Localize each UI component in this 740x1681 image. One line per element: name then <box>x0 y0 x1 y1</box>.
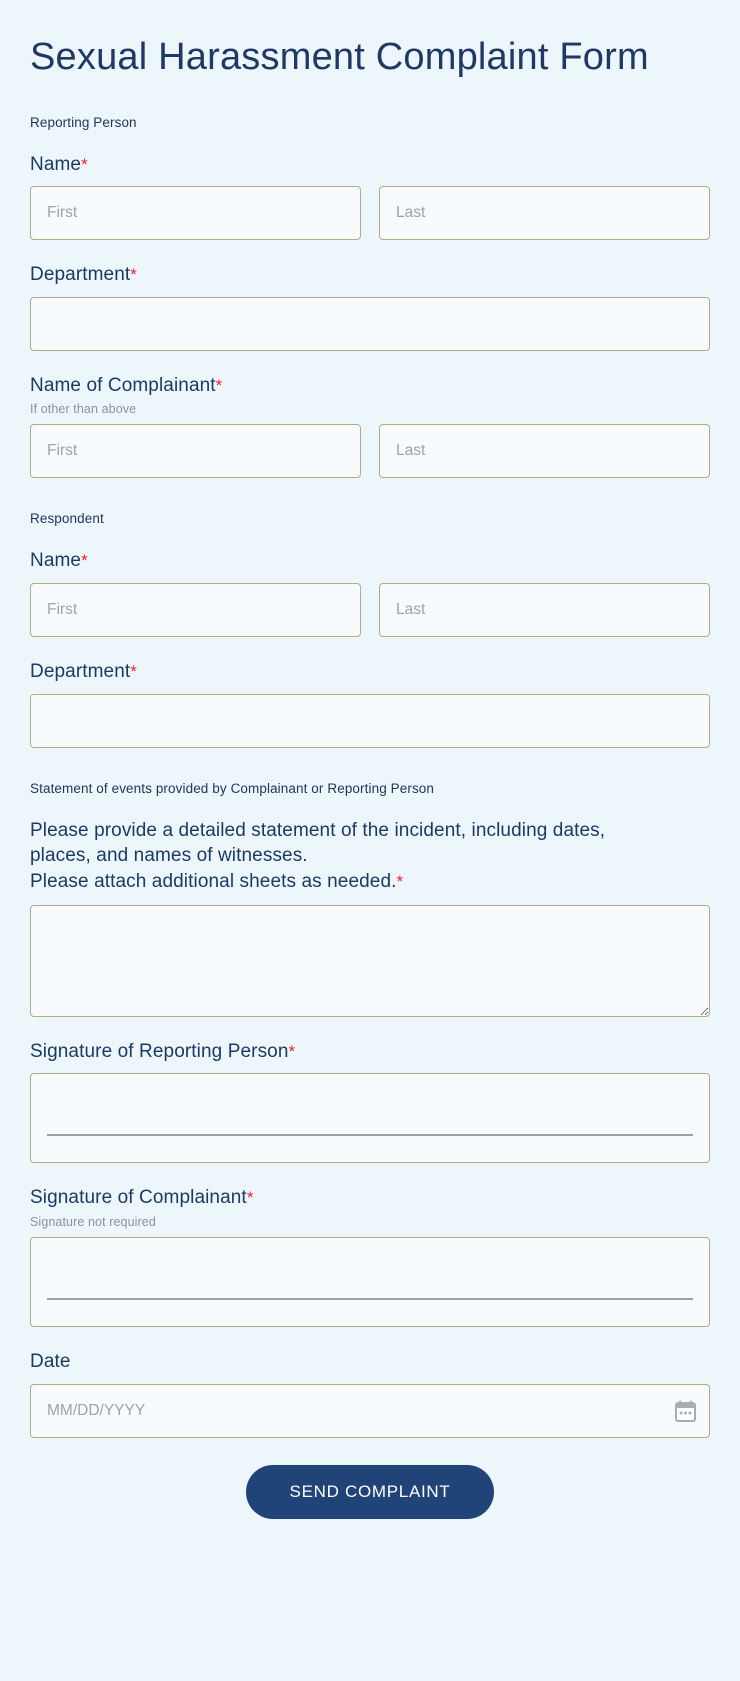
field-statement: Please provide a detailed statement of t… <box>30 818 710 1017</box>
label-reporting-department: Department* <box>30 262 710 288</box>
first-name-col <box>30 583 361 638</box>
required-asterisk: * <box>246 1188 254 1208</box>
label-complainant-name: Name of Complainant* <box>30 373 710 399</box>
label-reporting-name-text: Name <box>30 153 82 175</box>
label-complainant-name-text: Name of Complainant <box>30 374 216 396</box>
section-heading-respondent: Respondent <box>30 511 104 527</box>
reporting-department-input[interactable] <box>30 296 710 351</box>
first-name-col <box>30 424 361 479</box>
required-asterisk: * <box>288 1041 296 1061</box>
signature-baseline <box>47 1297 693 1300</box>
statement-textarea[interactable] <box>30 904 710 1017</box>
label-reporting-name: Name* <box>30 152 710 178</box>
section-heading-statement: Statement of events provided by Complain… <box>30 780 435 796</box>
label-statement-line3: Please attach additional sheets as neede… <box>30 870 397 892</box>
sublabel-complainant-name: If other than above <box>30 402 137 417</box>
required-asterisk: * <box>81 154 88 174</box>
field-respondent-department: Department* <box>30 659 710 748</box>
field-reporting-department: Department* <box>30 262 710 351</box>
field-signature-complainant: Signature of Complainant* Signature not … <box>30 1185 710 1327</box>
last-name-col <box>379 583 710 638</box>
label-statement-line2: places, and names of witnesses. <box>30 845 308 867</box>
field-respondent-name: Name* <box>30 548 710 638</box>
label-statement: Please provide a detailed statement of t… <box>30 818 710 895</box>
label-respondent-department: Department* <box>30 659 710 685</box>
signature-baseline <box>47 1134 693 1137</box>
label-respondent-name-text: Name <box>30 550 82 572</box>
label-respondent-name: Name* <box>30 548 710 574</box>
required-asterisk: * <box>130 265 137 285</box>
respondent-first-name-input[interactable] <box>30 583 361 638</box>
label-date: Date <box>30 1350 71 1372</box>
required-asterisk: * <box>81 551 88 571</box>
field-reporting-name: Name* <box>30 152 710 241</box>
label-respondent-department-text: Department <box>30 661 131 683</box>
last-name-col <box>379 424 710 479</box>
reporting-first-name-input[interactable] <box>30 186 361 241</box>
submit-row: SEND COMPLAINT <box>30 1464 710 1567</box>
signature-pad-complainant[interactable] <box>30 1236 710 1327</box>
send-complaint-button[interactable]: SEND COMPLAINT <box>245 1464 495 1519</box>
name-row <box>30 186 710 241</box>
label-signature-complainant-text: Signature of Complainant <box>30 1187 247 1209</box>
date-input-wrapper <box>30 1383 710 1438</box>
respondent-name-row <box>30 583 710 638</box>
date-input[interactable] <box>30 1383 710 1438</box>
field-signature-reporting-person: Signature of Reporting Person* <box>30 1039 710 1164</box>
complainant-name-row <box>30 424 710 479</box>
required-asterisk: * <box>215 375 223 395</box>
page-title: Sexual Harassment Complaint Form <box>30 36 649 78</box>
label-signature-reporting-person-text: Signature of Reporting Person <box>30 1040 289 1062</box>
label-signature-complainant: Signature of Complainant* <box>30 1185 710 1211</box>
field-complainant-name: Name of Complainant* If other than above <box>30 373 710 479</box>
sublabel-signature-complainant: Signature not required <box>30 1214 156 1229</box>
complainant-last-name-input[interactable] <box>379 424 710 479</box>
required-asterisk: * <box>396 871 404 891</box>
label-reporting-department-text: Department <box>30 264 131 286</box>
signature-pad-reporting-person[interactable] <box>30 1073 710 1164</box>
reporting-last-name-input[interactable] <box>379 186 710 241</box>
label-signature-reporting-person: Signature of Reporting Person* <box>30 1039 710 1065</box>
section-heading-reporting-person: Reporting Person <box>30 114 137 130</box>
first-name-col <box>30 186 361 241</box>
respondent-department-input[interactable] <box>30 693 710 748</box>
respondent-last-name-input[interactable] <box>379 583 710 638</box>
label-statement-line1: Please provide a detailed statement of t… <box>30 819 606 841</box>
field-date: Date <box>30 1349 710 1438</box>
complaint-form: Sexual Harassment Complaint Form Reporti… <box>0 0 740 1567</box>
last-name-col <box>379 186 710 241</box>
complainant-first-name-input[interactable] <box>30 424 361 479</box>
required-asterisk: * <box>130 662 137 682</box>
